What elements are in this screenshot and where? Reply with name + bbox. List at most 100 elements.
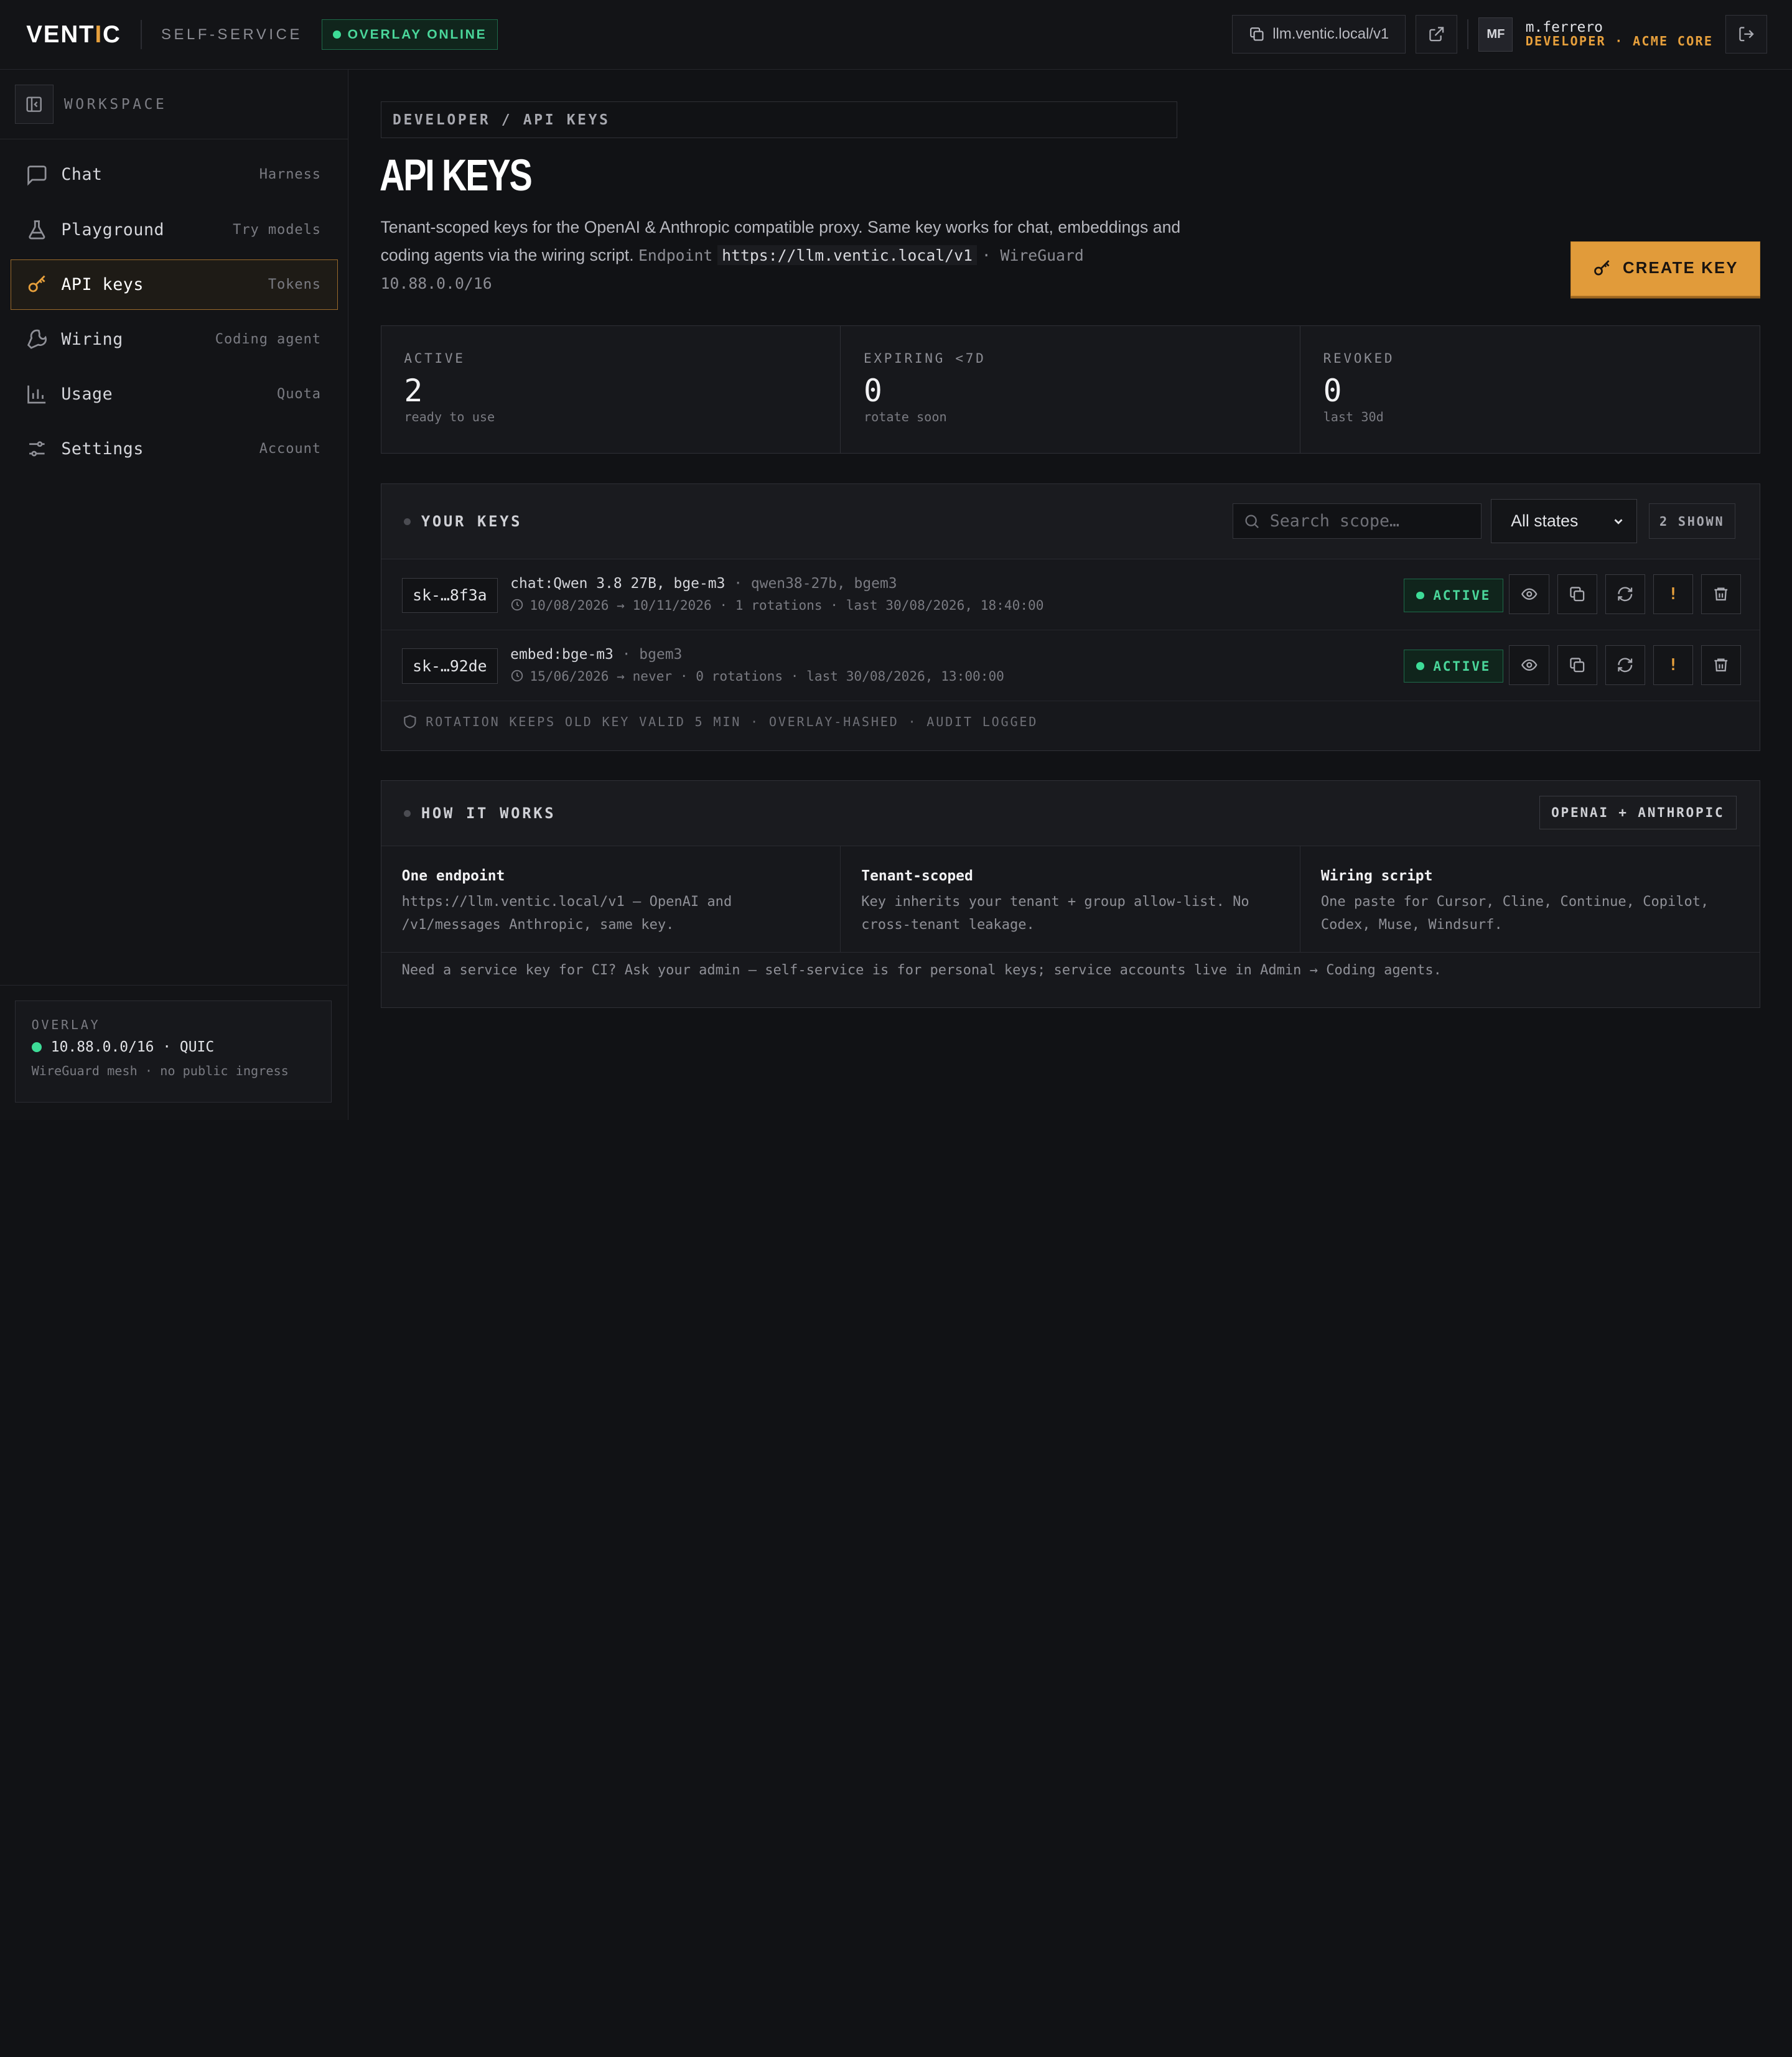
stat-label: REVOKED [1323,350,1395,366]
stat-revoked: REVOKED 0 last 30d [1300,326,1760,453]
report-key-button[interactable]: ! [1653,574,1694,615]
trash-icon [1714,587,1728,601]
compat-badge: OPENAI + ANTHROPIC [1539,796,1737,829]
create-key-label: CREATE KEY [1622,259,1738,278]
status-dot-icon [1416,591,1424,600]
sidebar-item-hint: Coding agent [215,331,321,347]
refresh-icon [1618,658,1633,673]
panel-title: HOW IT WORKS [421,805,556,823]
delete-key-button[interactable] [1701,645,1742,686]
bar-chart-icon [27,385,46,404]
overlay-card: OVERLAY 10.88.0.0/16 · QUIC WireGuard me… [14,1001,332,1103]
page-title: API KEYS [379,150,533,200]
top-bar: VENTIC SELF-SERVICE OVERLAY ONLINE llm.v… [0,0,1792,70]
key-id[interactable]: sk-…8f3a [401,577,498,613]
header-divider-2 [1467,19,1468,49]
logout-button[interactable] [1725,14,1767,54]
eye-icon [1521,588,1538,600]
how-footer: Need a service key for CI? Ask your admi… [401,963,1442,979]
warning-icon: ! [1668,585,1678,604]
stat-value: 2 [404,372,423,409]
status-dot-icon [31,1042,42,1053]
panel-title: YOUR KEYS [421,513,523,531]
stats-bar: ACTIVE 2 ready to use EXPIRING <7D 0 rot… [380,325,1760,454]
sidebar-item-api-keys[interactable]: API keys Tokens [10,259,338,310]
sidebar-item-hint: Quota [277,386,321,403]
reveal-key-button[interactable] [1509,574,1549,615]
key-id[interactable]: sk-…92de [401,648,498,684]
shown-count-badge: 2 SHOWN [1648,503,1735,539]
reveal-key-button[interactable] [1509,645,1549,686]
status-text: ACTIVE [1433,587,1491,604]
key-icon [1594,260,1610,276]
report-key-button[interactable]: ! [1653,645,1694,686]
stat-value: 0 [1323,372,1342,409]
sidebar-item-label: Settings [61,439,144,459]
sidebar-item-settings[interactable]: Settings Account [11,424,338,474]
key-meta-text: 10/08/2026 → 10/11/2026 · 1 rotations · … [530,597,1044,613]
sidebar-item-chat[interactable]: Chat Harness [11,150,338,200]
trash-icon [1714,658,1728,672]
key-scope: embed:bge-m3 · bgem3 [510,646,682,663]
breadcrumb: DEVELOPER / API KEYS [380,101,1177,139]
clock-icon [511,599,523,611]
rotate-key-button[interactable] [1605,645,1645,686]
create-key-button[interactable]: CREATE KEY [1570,241,1760,296]
stat-active: ACTIVE 2 ready to use [381,326,841,454]
sidebar-footer: OVERLAY 10.88.0.0/16 · QUIC WireGuard me… [0,985,348,1120]
stat-label: EXPIRING <7D [863,350,986,366]
open-external-button[interactable] [1416,14,1457,54]
how-columns: One endpoint https://llm.ventic.local/v1… [381,846,1760,953]
copy-icon [1249,27,1264,41]
state-filter-value: All states [1511,511,1579,531]
copy-endpoint-button[interactable]: llm.ventic.local/v1 [1231,14,1406,54]
sidebar-item-label: Playground [61,220,165,240]
how-col-wiring: Wiring script One paste for Cursor, Clin… [1300,846,1760,952]
sidebar-item-wiring[interactable]: Wiring Coding agent [11,314,338,365]
stat-sub: last 30d [1323,409,1384,424]
search-scope-field[interactable] [1232,503,1482,539]
overlay-sub: WireGuard mesh · no public ingress [31,1063,289,1078]
search-input[interactable] [1269,511,1464,531]
sidebar-item-label: Usage [61,385,113,404]
header-divider [140,19,142,50]
workspace-header: WORKSPACE [0,70,348,140]
sidebar-item-hint: Try models [233,222,321,238]
copy-key-button[interactable] [1557,574,1597,615]
how-it-works-panel: HOW IT WORKS OPENAI + ANTHROPIC One endp… [380,780,1760,1008]
state-filter-select[interactable]: All states [1491,498,1638,544]
status-dot-icon [332,30,341,39]
status-text: ACTIVE [1433,658,1491,674]
collapse-sidebar-button[interactable] [14,85,54,124]
logo[interactable]: VENTIC [26,21,121,49]
intro-text: Tenant-scoped keys for the OpenAI & Anth… [381,213,1181,297]
delete-key-button[interactable] [1701,574,1742,615]
search-icon [1245,515,1259,528]
how-col-endpoint: One endpoint https://llm.ventic.local/v1… [381,846,841,952]
avatar[interactable]: MF [1478,17,1513,52]
table-row: sk-…92de embed:bge-m3 · bgem3 15/06/2026… [381,630,1760,701]
rotate-key-button[interactable] [1605,574,1645,615]
logout-icon [1738,27,1754,42]
row-actions: ! [1509,574,1742,615]
sidebar-item-usage[interactable]: Usage Quota [11,369,338,419]
key-scope-text: embed:bge-m3 [510,646,614,663]
sidebar-item-playground[interactable]: Playground Try models [11,205,338,255]
rotation-note: ROTATION KEEPS OLD KEY VALID 5 MIN · OVE… [402,714,1038,730]
how-col-text: Key inherits your tenant + group allow-l… [861,894,1249,933]
how-col-tenant: Tenant-scoped Key inherits your tenant +… [841,846,1300,952]
stat-sub: ready to use [404,409,495,424]
user-name: m.ferrero [1525,19,1603,36]
intro-endpoint-label: Endpoint [638,246,713,264]
intro-wireguard: 10.88.0.0/16 [380,274,492,292]
sidebar-item-hint: Tokens [268,276,321,292]
user-info: m.ferrero DEVELOPER · ACME CORE [1525,19,1714,49]
overlay-status-badge: OVERLAY ONLINE [322,19,498,50]
key-icon [29,275,45,292]
copy-key-button[interactable] [1557,645,1597,686]
section-label: SELF-SERVICE [161,26,302,43]
stat-value: 0 [863,372,882,409]
sidebar-toggle-icon [26,96,42,112]
sidebar-item-label: Chat [61,165,103,185]
table-row: sk-…8f3a chat:Qwen 3.8 27B, bge-m3 · qwe… [381,559,1760,630]
